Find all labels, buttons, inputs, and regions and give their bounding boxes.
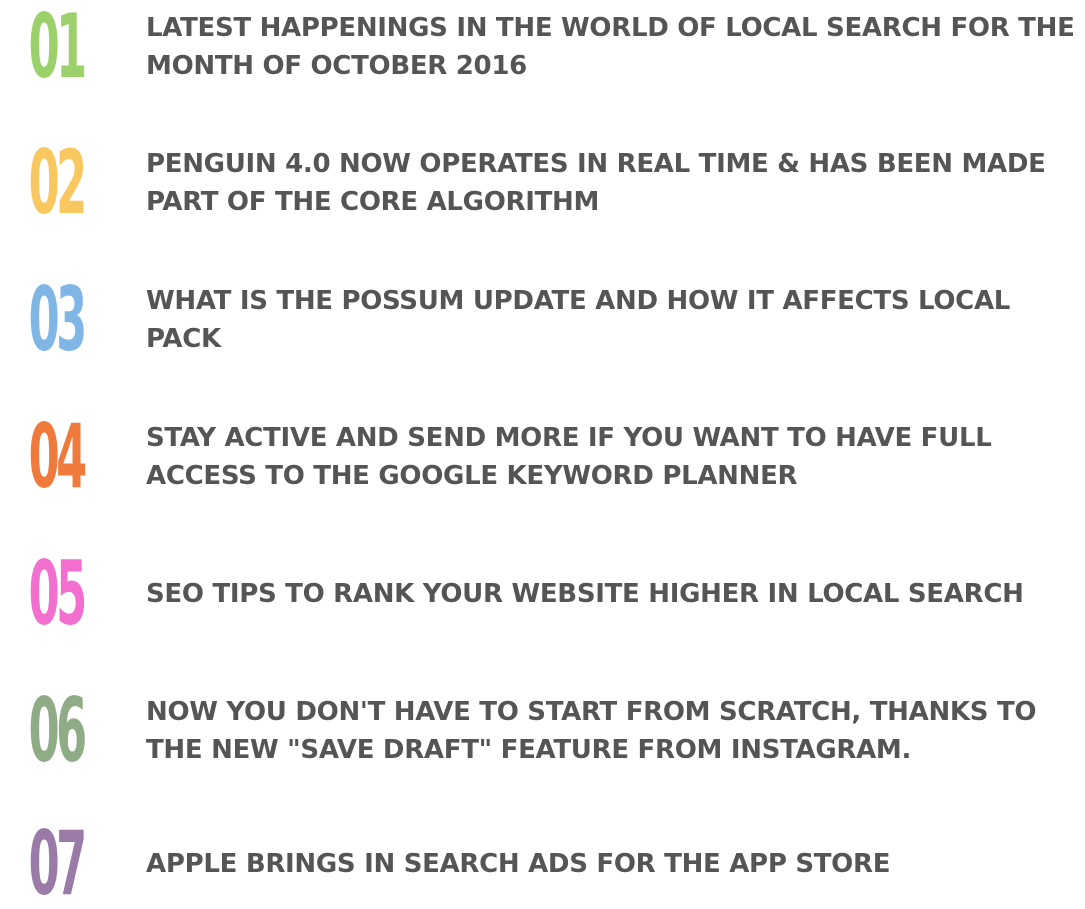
item-number-badge: 06 (8, 686, 104, 776)
item-title: SEO TIPS TO RANK YOUR WEBSITE HIGHER IN … (146, 579, 1024, 609)
item-number: 06 (28, 686, 88, 776)
item-title: LATEST HAPPENINGS IN THE WORLD OF LOCAL … (146, 13, 1075, 81)
list-item: 01 LATEST HAPPENINGS IN THE WORLD OF LOC… (0, 2, 1085, 92)
item-number: 07 (28, 819, 88, 909)
list-item: 03 WHAT IS THE POSSUM UPDATE AND HOW IT … (0, 275, 1085, 365)
item-number-badge: 01 (8, 2, 104, 92)
item-number-badge: 05 (8, 549, 104, 639)
list-item: 06 NOW YOU DON'T HAVE TO START FROM SCRA… (0, 686, 1085, 776)
list-item: 05 SEO TIPS TO RANK YOUR WEBSITE HIGHER … (0, 549, 1085, 639)
item-number: 04 (28, 412, 88, 502)
item-number-badge: 07 (8, 819, 104, 909)
item-title: PENGUIN 4.0 NOW OPERATES IN REAL TIME & … (146, 149, 1046, 217)
item-title: NOW YOU DON'T HAVE TO START FROM SCRATCH… (146, 697, 1037, 765)
list-item: 02 PENGUIN 4.0 NOW OPERATES IN REAL TIME… (0, 138, 1085, 228)
item-number: 05 (28, 549, 88, 639)
list-item: 04 STAY ACTIVE AND SEND MORE IF YOU WANT… (0, 412, 1085, 502)
item-number: 02 (28, 138, 88, 228)
list-item: 07 APPLE BRINGS IN SEARCH ADS FOR THE AP… (0, 819, 1085, 909)
item-title: APPLE BRINGS IN SEARCH ADS FOR THE APP S… (146, 849, 891, 879)
news-list: 01 LATEST HAPPENINGS IN THE WORLD OF LOC… (0, 0, 1085, 909)
item-number-badge: 03 (8, 275, 104, 365)
item-title: WHAT IS THE POSSUM UPDATE AND HOW IT AFF… (146, 286, 1011, 354)
item-number-badge: 02 (8, 138, 104, 228)
item-number-badge: 04 (8, 412, 104, 502)
item-number: 01 (28, 2, 88, 92)
item-number: 03 (28, 275, 88, 365)
item-title: STAY ACTIVE AND SEND MORE IF YOU WANT TO… (146, 423, 992, 491)
